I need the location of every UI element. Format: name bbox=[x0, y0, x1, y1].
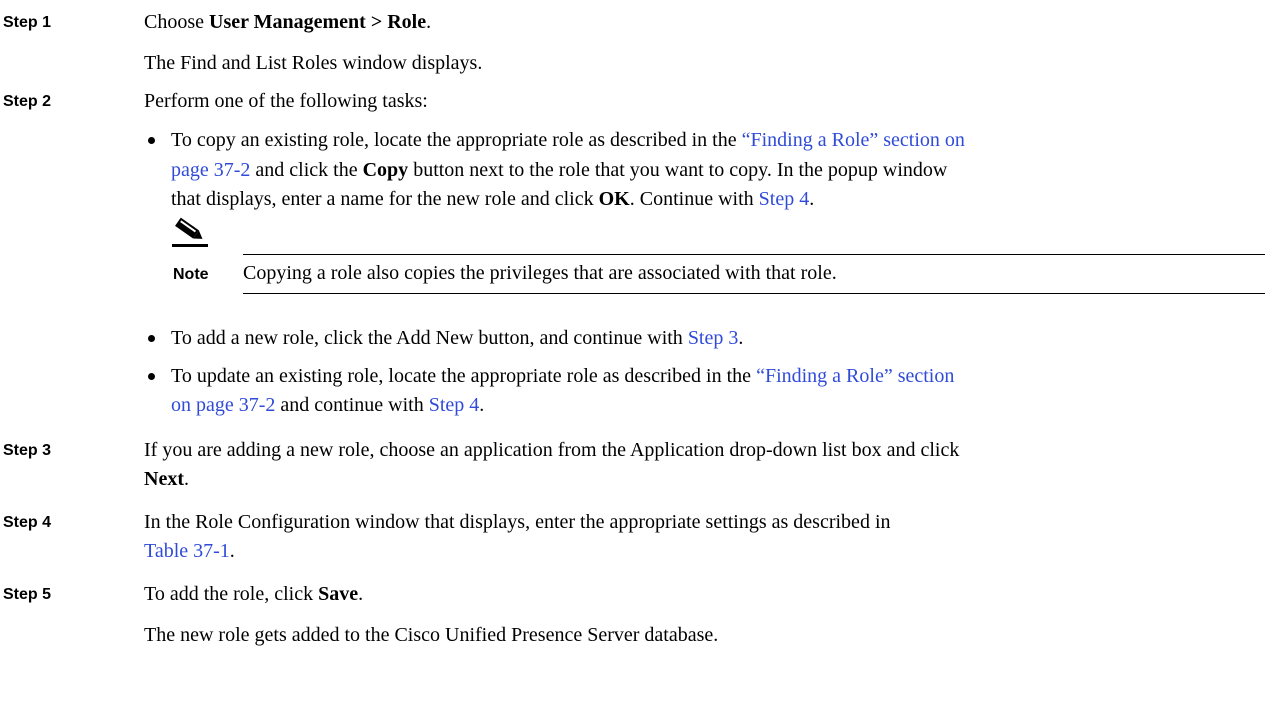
bullet-copy-line-3: that displays, enter a name for the new … bbox=[171, 188, 815, 210]
note-top-rule bbox=[243, 254, 1265, 255]
step-2-intro: Perform one of the following tasks: bbox=[144, 90, 428, 112]
step-1-result: The Find and List Roles window displays. bbox=[144, 52, 483, 74]
step-3-line-2: Next. bbox=[144, 468, 189, 490]
step-4-link[interactable]: Step 4 bbox=[759, 188, 810, 210]
step-5-instruction: To add the role, click Save. bbox=[144, 583, 364, 605]
bullet-copy-line-2: page 37-2 and click the Copy button next… bbox=[171, 159, 948, 181]
procedure-document: { "steps": [ { "label": "Step 1", "lines… bbox=[0, 0, 1275, 719]
bullet-update-line-2: on page 37-2 and continue with Step 4. bbox=[171, 394, 485, 416]
menu-path: User Management > Role bbox=[209, 11, 427, 33]
bullet-icon bbox=[148, 137, 155, 144]
step-4-line-2: Table 37-1. bbox=[144, 540, 235, 562]
step-4-link[interactable]: Step 4 bbox=[429, 394, 480, 416]
bullet-icon bbox=[148, 335, 155, 342]
step-3-line-1: If you are adding a new role, choose an … bbox=[144, 439, 960, 461]
step-1-instruction: Choose User Management > Role. bbox=[144, 11, 432, 33]
note-text: Copying a role also copies the privilege… bbox=[243, 262, 837, 284]
page-37-2-link[interactable]: on page 37-2 bbox=[171, 394, 275, 416]
finding-role-link[interactable]: “Finding a Role” section on bbox=[742, 129, 965, 151]
page-37-2-link[interactable]: page 37-2 bbox=[171, 159, 250, 181]
step-4-label: Step 4 bbox=[3, 514, 52, 531]
step-2-label: Step 2 bbox=[3, 93, 52, 110]
note-bottom-rule bbox=[243, 293, 1265, 294]
step-3-label: Step 3 bbox=[3, 442, 52, 459]
step-1-label: Step 1 bbox=[3, 14, 52, 31]
bullet-icon bbox=[148, 373, 155, 380]
bullet-update-line-1: To update an existing role, locate the a… bbox=[171, 365, 955, 387]
step-5-label: Step 5 bbox=[3, 586, 52, 603]
step-4-line-1: In the Role Configuration window that di… bbox=[144, 511, 891, 533]
table-37-1-link[interactable]: Table 37-1 bbox=[144, 540, 230, 562]
step-5-result: The new role gets added to the Cisco Uni… bbox=[144, 624, 719, 646]
step-3-link[interactable]: Step 3 bbox=[688, 327, 739, 349]
finding-role-link[interactable]: “Finding a Role” section bbox=[756, 365, 954, 387]
note-label: Note bbox=[173, 266, 209, 283]
bullet-copy-line-1: To copy an existing role, locate the app… bbox=[171, 129, 965, 151]
pencil-icon bbox=[172, 217, 208, 247]
bullet-add-new: To add a new role, click the Add New but… bbox=[171, 327, 744, 349]
